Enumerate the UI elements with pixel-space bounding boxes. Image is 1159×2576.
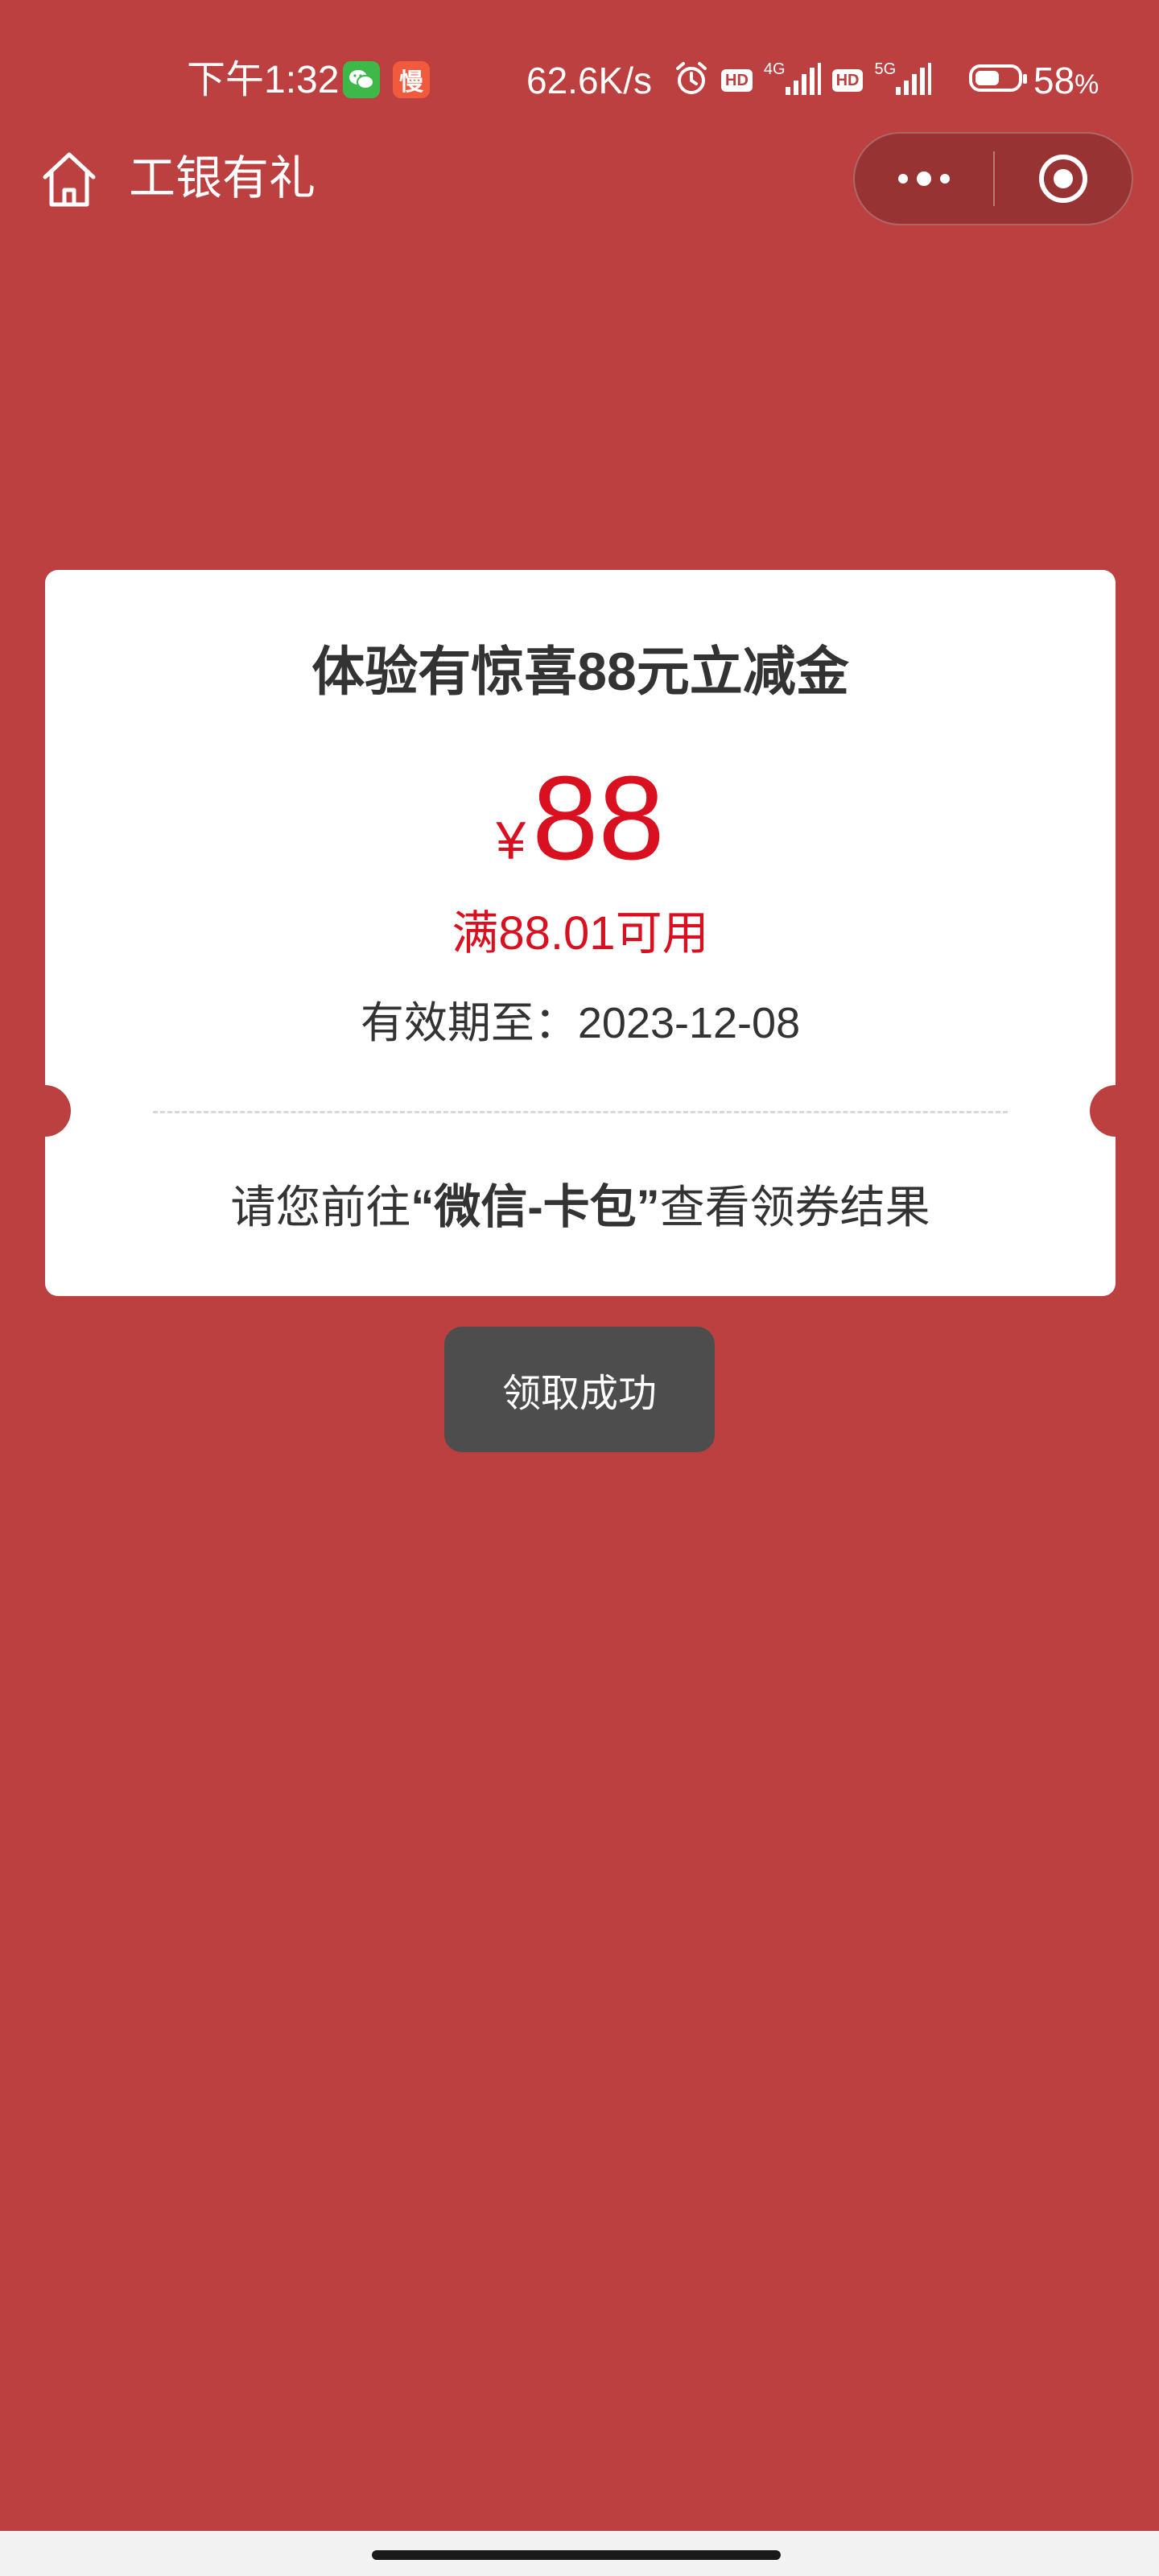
more-dots-icon <box>898 171 950 186</box>
toast-message: 领取成功 <box>501 1373 657 1415</box>
coupon-amount: ¥88 <box>45 750 1116 924</box>
card-notch-left <box>19 1085 71 1137</box>
slow-app-badge-label: 慢 <box>399 69 423 96</box>
miniprogram-capsule <box>853 132 1133 225</box>
coupon-validity: 有效期至：2023-12-08 <box>360 999 801 1047</box>
network-4g-label: 4G <box>763 60 786 78</box>
status-time: 下午1:32 <box>187 59 340 101</box>
coupon-card: 体验有惊喜88元立减金 ¥88 满88.01可用 有效期至：2023-12-08… <box>19 570 1141 1296</box>
battery-percentage: 58% <box>1033 56 1099 109</box>
coupon-condition: 满88.01可用 <box>452 907 709 960</box>
success-toast: 领取成功 <box>444 1327 715 1452</box>
hd-badge-2: HD <box>831 69 864 92</box>
battery-value: 58 <box>1033 60 1075 101</box>
hd-badge: HD <box>721 69 753 92</box>
network-speed: 62.6K/s <box>526 60 652 101</box>
coupon-title: 体验有惊喜88元立减金 <box>311 642 849 701</box>
tip-suffix: 查看领券结果 <box>659 1182 930 1232</box>
battery-tip <box>1023 74 1027 84</box>
currency-symbol: ¥ <box>496 811 526 870</box>
dashed-divider <box>153 1111 1008 1113</box>
close-miniprogram-button[interactable] <box>995 134 1132 224</box>
amount-value: 88 <box>532 752 665 885</box>
slow-app-icon: 慢 <box>393 61 430 98</box>
home-indicator[interactable] <box>372 2550 781 2560</box>
coupon-tip: 请您前往“微信-卡包”查看领券结果 <box>45 1177 1116 1238</box>
signal-icon <box>785 62 821 99</box>
home-button[interactable] <box>39 148 100 209</box>
home-icon <box>43 152 96 207</box>
signal-icon-2 <box>896 62 932 99</box>
tip-wechat-cardpack: “微信-卡包” <box>410 1181 660 1233</box>
battery-level-fill <box>975 71 999 85</box>
battery-icon <box>969 64 1027 92</box>
tip-prefix: 请您前往 <box>230 1182 411 1232</box>
battery-unit: % <box>1074 69 1099 100</box>
wechat-icon <box>343 61 380 98</box>
card-notch-right <box>1090 1085 1141 1137</box>
page-title: 工银有礼 <box>129 152 316 204</box>
network-5g-label: 5G <box>874 60 897 78</box>
alarm-icon <box>673 60 710 101</box>
more-menu-button[interactable] <box>855 134 993 224</box>
target-close-icon <box>1039 155 1087 203</box>
status-icons: HD 4G HD 5G <box>673 58 942 103</box>
